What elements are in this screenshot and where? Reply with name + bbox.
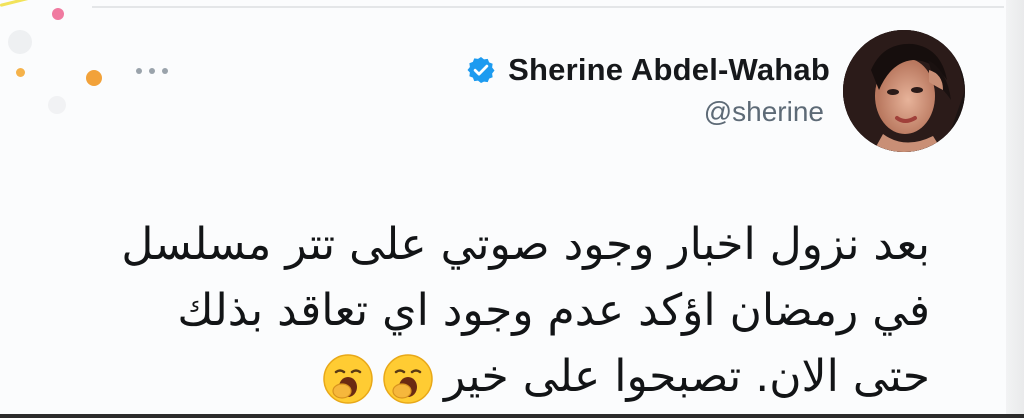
yawning-face-icon <box>383 354 433 404</box>
avatar-image <box>843 30 965 152</box>
more-horizontal-icon <box>162 68 168 74</box>
decorative-dot <box>16 68 25 77</box>
tweet-text-line: بعد نزول اخبار وجود صوتي على تتر مسلسل <box>121 219 930 270</box>
author-name-row[interactable]: Sherine Abdel-Wahab <box>414 50 830 90</box>
frame-edge <box>0 414 1024 418</box>
frame-edge <box>1006 0 1024 418</box>
decorative-dot <box>52 8 64 20</box>
divider <box>92 6 1004 8</box>
more-horizontal-icon <box>149 68 155 74</box>
tweet-text-line: في رمضان اؤكد عدم وجود اي تعاقد بذلك <box>177 285 930 336</box>
decorative-streak <box>0 0 40 7</box>
more-horizontal-icon <box>136 68 142 74</box>
decorative-dot <box>86 70 102 86</box>
tweet-text-line: حتى الان. تصبحوا على خير <box>150 344 930 410</box>
tweet-text: بعد نزول اخبار وجود صوتي على تتر مسلسل ف… <box>121 212 930 410</box>
decorative-dot <box>48 96 66 114</box>
decorative-dot <box>8 30 32 54</box>
author-handle[interactable]: @sherine <box>704 96 824 128</box>
author-display-name[interactable]: Sherine Abdel-Wahab <box>508 52 830 88</box>
yawning-face-icon <box>323 354 373 404</box>
verified-badge-icon <box>467 57 495 83</box>
avatar[interactable] <box>843 30 965 152</box>
tweet-screenshot: Sherine Abdel-Wahab @sherine بعد نزول اخ… <box>0 0 1024 418</box>
tweet-text-line-content: حتى الان. تصبحوا على خير <box>444 351 930 402</box>
more-options-button[interactable] <box>136 66 168 76</box>
emoji-group <box>322 353 434 405</box>
